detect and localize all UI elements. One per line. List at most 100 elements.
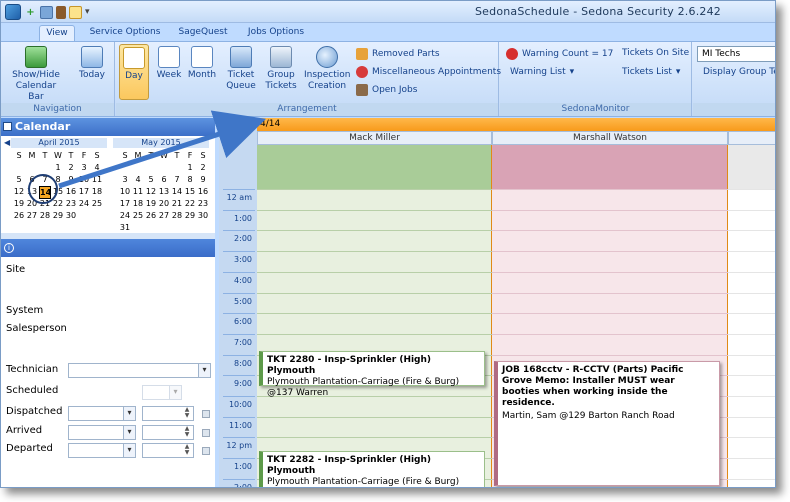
calendar-day[interactable]: 1 [184, 162, 196, 173]
appointment-tkt-2282[interactable]: TKT 2282 - Insp-Sprinkler (High) Plymout… [259, 451, 485, 487]
inspection-creation-button[interactable]: Inspection Creation [304, 46, 351, 92]
calendar-day[interactable]: 6 [158, 174, 170, 185]
calendar-day[interactable]: 1 [52, 162, 64, 173]
calendar-day[interactable]: 2 [65, 162, 77, 173]
warning-count-button[interactable]: Warning Count = 17 [506, 48, 613, 60]
departed-clear-button[interactable] [202, 447, 210, 455]
all-day-area-mack[interactable] [257, 145, 492, 189]
calendar-day[interactable]: 9 [197, 174, 209, 185]
spinner-icon[interactable]: ▲ ▼ [182, 407, 192, 420]
calendar-day[interactable]: 7 [171, 174, 183, 185]
open-jobs-button[interactable]: Open Jobs [356, 84, 417, 96]
calendar-day[interactable]: 17 [78, 186, 90, 197]
calendar-day[interactable]: 13 [158, 186, 170, 197]
calendar-day[interactable]: 21 [171, 198, 183, 209]
column-mack-miller[interactable] [257, 189, 492, 487]
appointment-tkt-2280[interactable]: TKT 2280 - Insp-Sprinkler (High) Plymout… [259, 351, 485, 398]
calendar-day[interactable]: 16 [65, 186, 77, 197]
misc-appointments-button[interactable]: Miscellaneous Appointments [356, 66, 501, 78]
calendar-day[interactable]: 8 [184, 174, 196, 185]
today-button[interactable]: Today [75, 46, 109, 81]
calendar-day[interactable]: 30 [65, 210, 77, 221]
departed-time-field[interactable]: ▲ ▼ [142, 443, 194, 458]
tab-service-options[interactable]: Service Options [85, 25, 165, 41]
month-view-button[interactable]: Month [186, 46, 218, 81]
calendar-day[interactable]: 23 [65, 198, 77, 209]
appointment-job-168cctv[interactable]: JOB 168cctv - R-CCTV (Parts) Pacific Gro… [494, 361, 720, 486]
calendar-day[interactable]: 3 [78, 162, 90, 173]
show-hide-calendar-bar-button[interactable]: Show/Hide Calendar Bar [7, 46, 65, 103]
dispatched-time-field[interactable]: ▲ ▼ [142, 406, 194, 421]
day-view-button[interactable]: Day [119, 44, 149, 100]
calendar-day[interactable]: 25 [91, 198, 103, 209]
calendar-day[interactable]: 12 [13, 186, 25, 197]
tickets-list-dropdown[interactable]: Tickets List ▾ [622, 67, 680, 77]
time-separator [223, 189, 255, 190]
calendar-day[interactable]: 14 [171, 186, 183, 197]
calendar-day[interactable]: 24 [119, 210, 131, 221]
calendar-day[interactable]: 10 [119, 186, 131, 197]
calendar-day[interactable]: 26 [13, 210, 25, 221]
time-separator [223, 375, 255, 377]
calendar-day[interactable]: 5 [13, 174, 25, 185]
calendar-day[interactable]: 26 [145, 210, 157, 221]
week-view-button[interactable]: Week [153, 46, 185, 81]
calendar-day[interactable]: 29 [52, 210, 64, 221]
ticket-queue-button[interactable]: Ticket Queue [224, 46, 258, 92]
tab-view[interactable]: View [39, 25, 75, 41]
calendar-day[interactable]: 20 [158, 198, 170, 209]
calendar-day[interactable]: 28 [171, 210, 183, 221]
calendar-day[interactable]: 9 [65, 174, 77, 185]
spinner-icon[interactable]: ▲ ▼ [182, 444, 192, 457]
arrived-time-field[interactable]: ▲ ▼ [142, 425, 194, 440]
calendar-day[interactable]: 27 [158, 210, 170, 221]
calendar-day[interactable]: 4 [91, 162, 103, 173]
calendar-day[interactable]: 22 [52, 198, 64, 209]
calendar-day[interactable]: 29 [184, 210, 196, 221]
calendar-day[interactable]: 18 [91, 186, 103, 197]
spinner-icon[interactable]: ▲ ▼ [182, 426, 192, 439]
group-tickets-button[interactable]: Group Tickets [262, 46, 300, 92]
dispatched-date-field[interactable]: ▾ [68, 406, 136, 421]
tab-jobs-options[interactable]: Jobs Options [241, 25, 311, 41]
calendar-day[interactable]: 16 [197, 186, 209, 197]
calendar-day[interactable]: 11 [91, 174, 103, 185]
calendar-day[interactable]: 19 [145, 198, 157, 209]
technician-select[interactable]: ▾ [68, 363, 211, 378]
calendar-day[interactable]: 23 [197, 198, 209, 209]
resource-header-marshall-watson[interactable]: Marshall Watson [492, 131, 728, 145]
arrived-date-field[interactable]: ▾ [68, 425, 136, 440]
tickets-on-site-button[interactable]: Tickets On Site [622, 48, 689, 58]
calendar-day[interactable]: 27 [26, 210, 38, 221]
calendar-day[interactable]: 11 [132, 186, 144, 197]
calendar-day[interactable]: 19 [13, 198, 25, 209]
calendar-day[interactable]: 3 [119, 174, 131, 185]
dispatched-clear-button[interactable] [202, 410, 210, 418]
departed-date-field[interactable]: ▾ [68, 443, 136, 458]
calendar-day[interactable]: 15 [184, 186, 196, 197]
all-day-area-marshall[interactable] [492, 145, 728, 189]
calendar-day[interactable]: 10 [78, 174, 90, 185]
calendar-day[interactable]: 4 [132, 174, 144, 185]
prev-month-icon[interactable]: ◀ [4, 138, 10, 148]
scheduled-time-field[interactable]: ▾ [142, 385, 182, 400]
calendar-day[interactable]: 12 [145, 186, 157, 197]
arrived-clear-button[interactable] [202, 429, 210, 437]
inspection-creation-label: Inspection Creation [304, 70, 351, 91]
calendar-day[interactable]: 5 [145, 174, 157, 185]
calendar-day[interactable]: 18 [132, 198, 144, 209]
calendar-day[interactable]: 31 [119, 222, 131, 233]
calendar-day[interactable]: 22 [184, 198, 196, 209]
warning-list-dropdown[interactable]: Warning List ▾ [510, 67, 574, 77]
display-group-tech-button[interactable]: Display Group Tech [703, 67, 775, 77]
resource-header-mack-miller[interactable]: Mack Miller [257, 131, 492, 145]
calendar-day[interactable]: 24 [78, 198, 90, 209]
calendar-day[interactable]: 28 [39, 210, 51, 221]
tab-sagequest[interactable]: SageQuest [173, 25, 233, 41]
tech-group-combo[interactable]: MI Techs [697, 46, 775, 62]
removed-parts-button[interactable]: Removed Parts [356, 48, 440, 60]
calendar-day[interactable]: 25 [132, 210, 144, 221]
calendar-day[interactable]: 30 [197, 210, 209, 221]
calendar-day[interactable]: 17 [119, 198, 131, 209]
calendar-day[interactable]: 2 [197, 162, 209, 173]
